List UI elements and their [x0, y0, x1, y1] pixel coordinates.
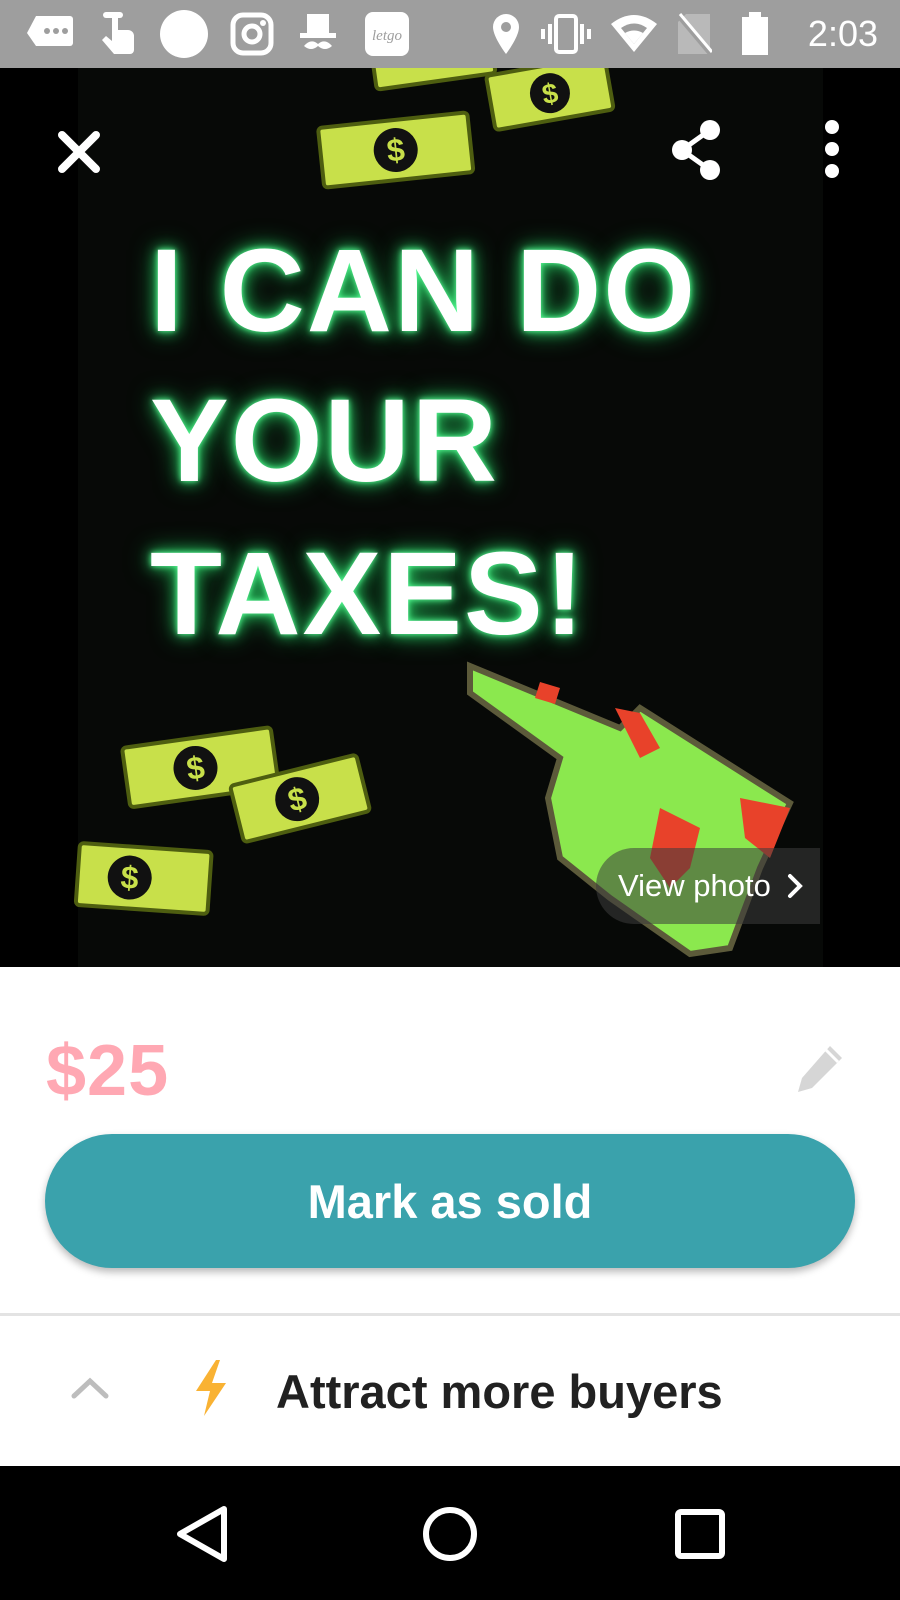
more-vert-icon — [825, 120, 839, 178]
view-photo-label: View photo — [618, 868, 771, 903]
home-button[interactable] — [412, 1496, 488, 1572]
chevron-right-icon — [787, 873, 803, 899]
vibrate-icon — [540, 12, 592, 56]
view-photo-button[interactable]: View photo — [596, 848, 820, 924]
instagram-icon — [230, 12, 274, 56]
home-circle-icon — [423, 1507, 477, 1561]
close-icon — [58, 131, 100, 173]
letgo-icon: letgo — [364, 12, 410, 56]
mark-as-sold-button[interactable]: Mark as sold — [45, 1134, 855, 1268]
battery-icon — [740, 12, 770, 56]
circle-icon — [160, 10, 208, 58]
hand-icon — [96, 12, 140, 56]
attract-buyers-row[interactable]: Attract more buyers — [0, 1316, 900, 1466]
share-button[interactable] — [668, 118, 724, 182]
chevron-up-icon — [66, 1364, 114, 1412]
no-sim-icon — [674, 12, 714, 56]
edit-button[interactable] — [792, 1040, 848, 1096]
photo-background: $ $ $ $ $ — [73, 68, 823, 967]
close-button[interactable] — [50, 123, 108, 181]
location-icon — [488, 12, 524, 56]
listing-price: $25 — [46, 1031, 170, 1111]
lightning-bolt-icon — [188, 1358, 234, 1418]
pencil-icon — [798, 1046, 842, 1092]
svg-text:$: $ — [120, 859, 140, 896]
navigation-bar — [0, 1466, 900, 1600]
top-hat-icon — [296, 12, 340, 56]
attract-buyers-label: Attract more buyers — [276, 1365, 723, 1418]
wifi-icon — [610, 12, 658, 56]
recents-square-icon — [675, 1509, 725, 1559]
back-triangle-icon — [177, 1506, 227, 1562]
poster-text-line: TAXES! — [150, 528, 586, 660]
message-icon — [26, 12, 74, 56]
mark-as-sold-label: Mark as sold — [307, 1174, 593, 1228]
back-button[interactable] — [164, 1496, 240, 1572]
status-bar: letgo 2:03 — [0, 0, 900, 68]
svg-text:letgo: letgo — [372, 28, 402, 44]
poster-text-line: I CAN DO — [150, 225, 697, 357]
recents-button[interactable] — [662, 1496, 738, 1572]
listing-photo[interactable]: $ $ $ $ $ I CAN DO YOUR TAXES! View phot… — [0, 68, 900, 967]
more-options-button[interactable] — [812, 114, 852, 184]
clock-time: 2:03 — [807, 13, 878, 54]
poster-text-line: YOUR — [150, 375, 499, 507]
share-icon — [672, 120, 720, 180]
